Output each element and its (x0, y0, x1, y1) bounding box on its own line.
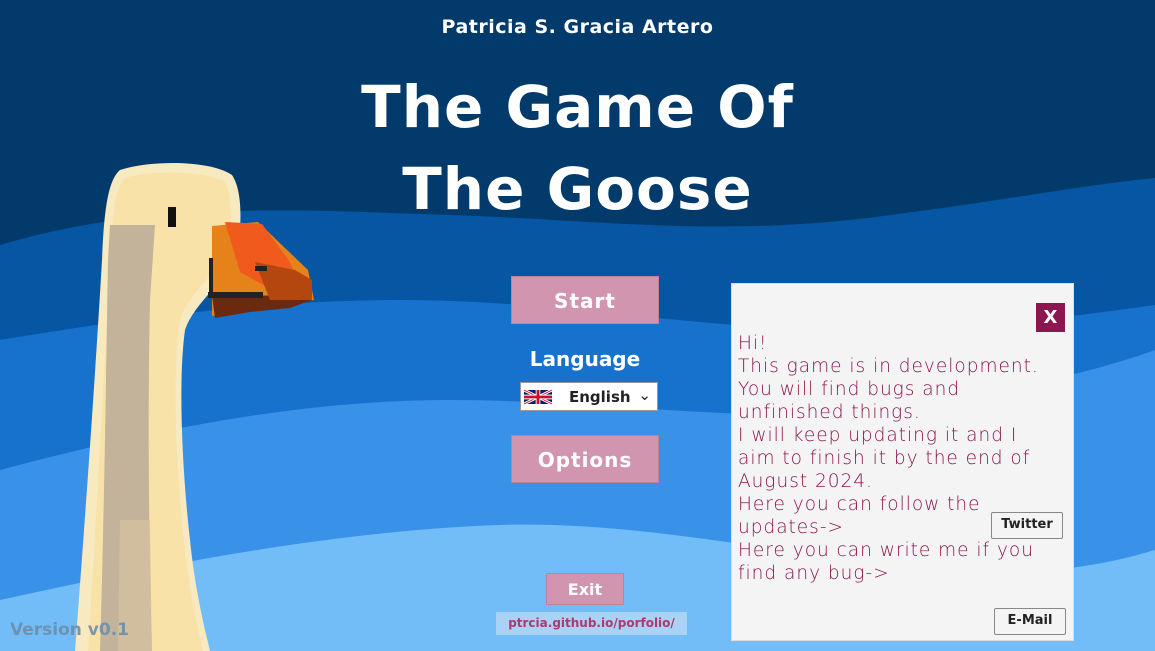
exit-button[interactable]: Exit (546, 573, 624, 605)
game-title: The Game Of The Goose (0, 66, 1155, 230)
close-button[interactable]: X (1036, 303, 1065, 332)
language-dropdown[interactable]: English ⌄ (520, 382, 658, 411)
start-button[interactable]: Start (511, 276, 659, 324)
twitter-button[interactable]: Twitter (991, 512, 1063, 539)
message-line: This game is in development. (738, 356, 1039, 377)
email-button[interactable]: E-Mail (994, 608, 1066, 635)
uk-flag-icon (524, 389, 552, 405)
message-line: Here you can write me if you (738, 540, 1034, 561)
message-line: aim to finish it by the end of (738, 448, 1031, 469)
chevron-down-icon: ⌄ (638, 386, 651, 404)
message-line: Hi! (738, 333, 768, 354)
info-panel: X Hi! This game is in development. You w… (731, 283, 1074, 641)
language-selected: English (569, 388, 631, 406)
message-line: I will keep updating it and I (738, 425, 1018, 446)
version-label: Version v0.1 (10, 620, 129, 640)
info-message: Hi! This game is in development. You wil… (738, 332, 1068, 585)
message-line: You will find bugs and (738, 379, 961, 400)
title-line-2: The Goose (402, 155, 753, 223)
title-line-1: The Game Of (361, 73, 794, 141)
message-line: find any bug-> (738, 563, 890, 584)
message-line: August 2024. (738, 471, 873, 492)
portfolio-link[interactable]: ptrcia.github.io/porfolio/ (496, 612, 687, 635)
language-label: Language (529, 347, 641, 371)
message-line: unfinished things. (738, 402, 921, 423)
options-button[interactable]: Options (511, 435, 659, 483)
author-name: Patricia S. Gracia Artero (441, 16, 714, 38)
